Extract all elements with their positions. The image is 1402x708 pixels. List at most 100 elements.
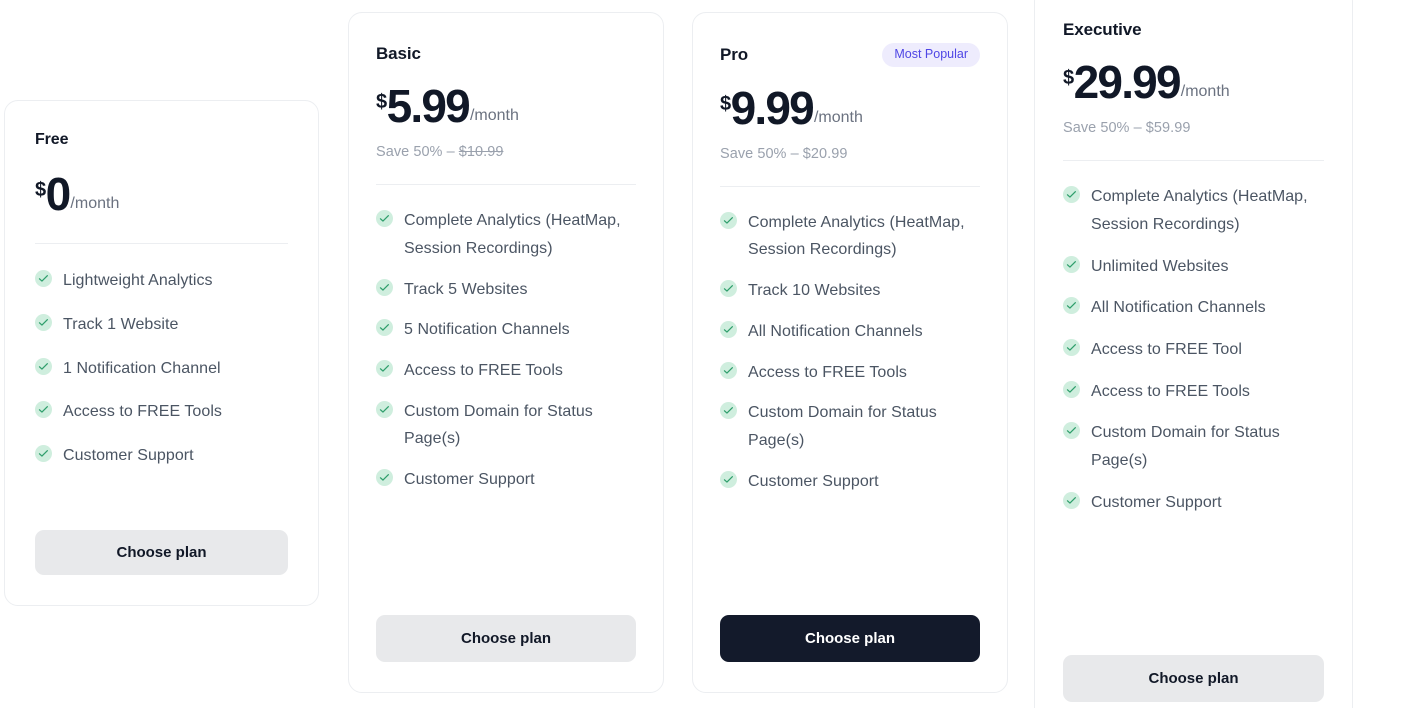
plan-header: Executive [1063,19,1324,41]
feature-item: All Notification Channels [1063,294,1324,322]
feature-item: Access to FREE Tools [35,398,288,426]
plan-card-executive: Executive $ 29.99 /month Save 50% – $59.… [1034,0,1353,708]
check-circle-icon [1063,339,1080,356]
savings-note: Save 50% – $10.99 [376,144,636,160]
choose-plan-button[interactable]: Choose plan [1063,655,1324,702]
divider [35,243,288,245]
divider [376,184,636,186]
check-circle-icon [1063,186,1080,204]
price-amount: 5.99 [386,80,471,132]
price-period: /month [813,108,863,126]
plan-header: Free [35,129,288,151]
feature-label: Complete Analytics (HeatMap, Session Rec… [748,213,965,259]
choose-plan-button[interactable]: Choose plan [35,530,288,575]
feature-item: Track 10 Websites [720,277,980,305]
feature-label: Complete Analytics (HeatMap, Session Rec… [404,212,621,257]
plan-header: Pro Most Popular [720,43,980,67]
check-circle-icon [1063,255,1080,273]
price-period: /month [70,195,120,213]
savings-text: Save 50% – [1063,120,1146,137]
feature-item: Access to FREE Tools [376,357,636,385]
savings-text: Save 50% – [720,145,803,162]
currency-symbol: $ [1063,67,1074,89]
feature-label: Customer Support [404,471,535,489]
check-circle-icon [720,470,737,488]
divider [1063,160,1324,162]
feature-label: Custom Domain for Status Page(s) [1091,424,1280,470]
feature-label: Access to FREE Tools [748,363,907,381]
feature-item: Customer Support [720,468,980,496]
plan-card-free: Free $ 0 /month Lightweight Analytics Tr… [4,100,319,606]
choose-plan-button[interactable]: Choose plan [376,615,636,662]
feature-label: Customer Support [1091,493,1222,511]
divider [720,185,980,187]
check-circle-icon [35,357,52,375]
original-price: $59.99 [1145,120,1191,137]
plan-price: $ 5.99 /month [376,80,636,132]
check-circle-icon [376,360,393,377]
cta-container: Choose plan [1063,629,1324,702]
original-price: $10.99 [458,144,504,161]
price-amount: 9.99 [730,81,815,134]
most-popular-badge: Most Popular [882,43,980,67]
feature-label: All Notification Channels [748,322,923,340]
check-circle-icon [35,313,52,331]
feature-item: Track 5 Websites [376,276,636,304]
savings-note: Save 50% – $20.99 [720,146,980,162]
feature-item: Complete Analytics (HeatMap, Session Rec… [376,207,636,262]
feature-label: Track 5 Websites [404,280,528,298]
feature-label: Access to FREE Tools [404,362,563,379]
currency-symbol: $ [376,91,387,113]
plan-card-pro: Pro Most Popular $ 9.99 /month Save 50% … [692,12,1008,693]
feature-item: Customer Support [1063,489,1324,517]
feature-list: Complete Analytics (HeatMap, Session Rec… [376,207,636,493]
feature-label: Access to FREE Tool [1091,341,1242,358]
savings-note: Save 50% – $59.99 [1063,120,1324,136]
feature-item: 5 Notification Channels [376,316,636,344]
feature-item: Custom Domain for Status Page(s) [376,398,636,453]
check-circle-icon [1063,297,1080,315]
plan-name: Executive [1063,20,1142,39]
feature-item: Unlimited Websites [1063,253,1324,281]
plan-name: Basic [376,44,421,63]
feature-label: Access to FREE Tools [63,403,222,421]
check-circle-icon [35,270,52,288]
feature-item: Complete Analytics (HeatMap, Session Rec… [720,209,980,264]
feature-item: Customer Support [376,466,636,494]
feature-label: Customer Support [63,447,194,464]
check-circle-icon [376,400,393,418]
check-circle-icon [376,319,393,337]
price-period: /month [469,107,519,125]
feature-label: Complete Analytics (HeatMap, Session Rec… [1091,188,1308,233]
check-circle-icon [376,469,393,487]
feature-item: All Notification Channels [720,318,980,346]
feature-item: 1 Notification Channel [35,355,288,383]
check-circle-icon [35,401,52,419]
check-circle-icon [376,210,393,228]
feature-list: Complete Analytics (HeatMap, Session Rec… [1063,183,1324,516]
price-period: /month [1180,83,1230,101]
choose-plan-button[interactable]: Choose plan [720,615,980,662]
feature-item: Custom Domain for Status Page(s) [720,399,980,454]
feature-item: Access to FREE Tools [720,359,980,387]
feature-item: Access to FREE Tool [1063,336,1324,364]
cta-container: Choose plan [35,504,288,575]
feature-list: Complete Analytics (HeatMap, Session Rec… [720,209,980,495]
check-circle-icon [1063,491,1080,509]
price-amount: 29.99 [1073,56,1182,108]
plan-card-basic: Basic $ 5.99 /month Save 50% – $10.99 Co… [348,12,664,693]
cta-container: Choose plan [720,589,980,662]
check-circle-icon [1063,380,1080,398]
check-circle-icon [720,361,737,379]
check-circle-icon [720,211,737,229]
plan-price: $ 29.99 /month [1063,56,1324,108]
feature-label: Custom Domain for Status Page(s) [748,404,937,449]
feature-item: Access to FREE Tools [1063,378,1324,406]
currency-symbol: $ [720,92,731,115]
plan-name: Free [35,131,69,148]
check-circle-icon [1063,422,1080,440]
feature-label: Track 1 Website [63,315,179,333]
feature-label: Customer Support [748,472,879,490]
feature-label: Custom Domain for Status Page(s) [404,402,593,448]
feature-label: 5 Notification Channels [404,321,570,339]
